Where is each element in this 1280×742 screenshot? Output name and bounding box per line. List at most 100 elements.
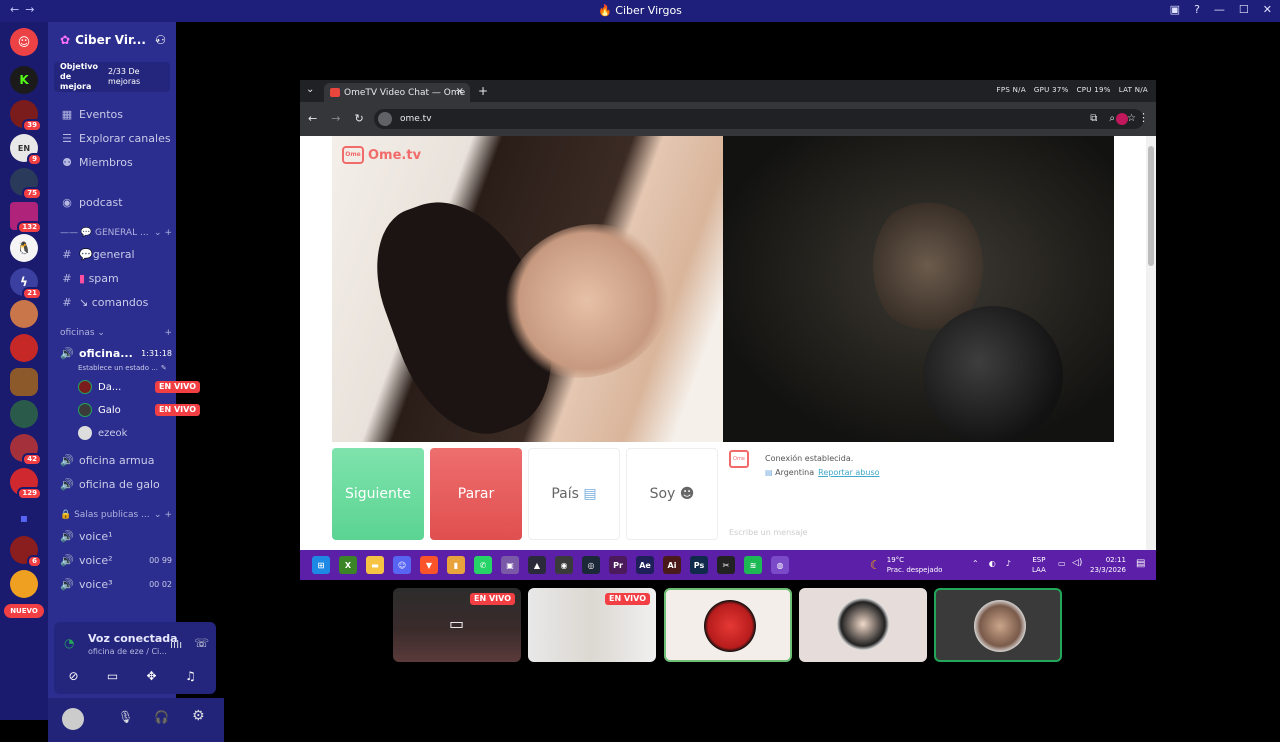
chat-message-input[interactable]: Escribe un mensaje [729,528,807,537]
category-oficinas[interactable]: oficinas ⌄ + [60,328,172,338]
channel-voice2[interactable]: 🔊 voice² 00 99 [60,550,172,570]
nav-members[interactable]: ⚉ Miembros [60,152,172,172]
participant-tile[interactable] [664,588,792,662]
volume-icon[interactable]: ◁) [1072,558,1082,568]
add-channel-icon[interactable]: ⌄ + [154,510,172,520]
category-general[interactable]: —— 💬 GENERAL ... ⌄ + [60,228,172,238]
server-kick-icon[interactable]: K [10,66,38,94]
server-icon-9[interactable]: 42 [10,434,42,466]
activities-icon[interactable]: ✥ [138,666,165,686]
notification-icon[interactable]: ▤ [1136,558,1145,569]
whatsapp-icon[interactable]: ✆ [474,556,492,574]
boost-goal[interactable]: Objetivo de mejora 2/33 De mejoras [54,62,170,92]
stop-button[interactable]: Parar [430,448,522,540]
app-icon[interactable]: ▲ [528,556,546,574]
menu-kebab-icon[interactable]: ⋮ [1138,111,1149,124]
new-tab-icon[interactable]: + [478,84,488,98]
file-explorer-icon[interactable]: ▬ [366,556,384,574]
weather-widget[interactable]: ☾ 19°C Prac. despejado [870,555,942,575]
bookmark-star-icon[interactable]: ☆ [1127,113,1136,124]
profile-icon[interactable] [1116,113,1128,125]
server-icon-7[interactable] [10,334,38,362]
scrollbar-thumb[interactable] [1148,146,1154,266]
voice-user[interactable]: Galo EN VIVO [78,400,212,420]
server-icon-4[interactable]: 132 [10,202,42,234]
chrome-icon[interactable]: ◍ [771,556,789,574]
voice-channel-name[interactable]: oficina de eze / Ci... [88,647,167,656]
site-info-icon[interactable] [378,112,392,126]
help-icon[interactable]: ? [1194,3,1200,16]
voice-user[interactable]: ezeok [78,423,212,443]
channel-oficina-galo[interactable]: 🔊 oficina de galo [60,474,172,494]
capcut-icon[interactable]: ✂ [717,556,735,574]
channel-status[interactable]: Establece un estado ... ✎ [78,358,168,378]
server-icon-1[interactable]: 39 [10,100,42,132]
illustrator-icon[interactable]: Ai [663,556,681,574]
obs-icon[interactable]: ◉ [555,556,573,574]
server-icon-6[interactable] [10,300,38,328]
nav-browse-channels[interactable]: ☰ Explorar canales [60,128,172,148]
gender-button[interactable]: Soy ☻ [626,448,718,540]
channel-comandos[interactable]: # ↘ comandos [60,292,172,312]
screen-share-icon[interactable]: ▭ [99,666,126,686]
install-app-icon[interactable]: ⧉ [1090,113,1097,124]
tab-search-icon[interactable]: ⌄ [306,84,314,95]
start-windows-icon[interactable]: ⊞ [312,556,330,574]
next-button[interactable]: Siguiente [332,448,424,540]
maximize-button[interactable]: ☐ [1239,3,1249,16]
spotify-icon[interactable]: ≋ [744,556,762,574]
after-effects-icon[interactable]: Ae [636,556,654,574]
discord-app-icon[interactable]: ☺ [393,556,411,574]
add-channel-icon[interactable]: + [164,328,172,338]
premiere-icon[interactable]: Pr [609,556,627,574]
server-icon-11[interactable]: 6 [10,536,42,568]
channel-podcast[interactable]: ◉ podcast [60,192,172,212]
add-user-icon[interactable]: ⚇ [155,33,166,47]
disconnect-icon[interactable]: ☏ [194,636,209,650]
server-icon-8[interactable] [10,400,38,428]
channel-general[interactable]: # 💬 general [60,244,172,264]
soundboard-icon[interactable]: ♫ [177,666,204,686]
server-icon-2[interactable]: EN 9 [10,134,42,166]
folder-icon[interactable]: ▪ [10,504,38,532]
nav-events[interactable]: ▦ Eventos [60,104,172,124]
channel-oficina-armua[interactable]: 🔊 oficina armua [60,450,172,470]
add-channel-icon[interactable]: ⌄ + [154,228,172,238]
server-ciber-virgos-icon[interactable] [10,368,38,396]
discord-home-icon[interactable]: ☺ [10,28,38,56]
mic-icon[interactable]: 🎙 [118,710,133,724]
tray-app-icon[interactable]: ◐ [989,559,996,568]
server-icon-10[interactable]: 129 [10,468,42,500]
voice-user[interactable]: Da... EN VIVO [78,377,212,397]
photoshop-icon[interactable]: Ps [690,556,708,574]
server-icon-5[interactable]: ϟ 21 [10,268,42,300]
settings-gear-icon[interactable]: ⚙ [192,708,205,724]
page-scrollbar[interactable] [1146,136,1156,550]
participant-tile[interactable] [799,588,927,662]
taskbar-clock[interactable]: 02:11 23/3/2026 [1090,555,1126,575]
tray-chevron-icon[interactable]: ⌃ [972,559,979,568]
channel-voice1[interactable]: 🔊 voice¹ [60,526,172,546]
server-header[interactable]: ✿ Ciber Vir... ⌄ ⚇ [48,22,176,58]
xbox-icon[interactable]: X [339,556,357,574]
noise-suppression-icon[interactable]: ıılı [170,638,182,651]
browser-tab-ometv[interactable]: OmeTV Video Chat — Ome × [324,83,470,102]
inbox-icon[interactable]: ▣ [1170,3,1180,16]
headphones-icon[interactable]: 🎧 [154,710,169,724]
close-button[interactable]: ✕ [1263,3,1272,16]
tray-mic-icon[interactable]: ♪ [1006,559,1011,568]
app-icon[interactable]: ▣ [501,556,519,574]
stream-tile[interactable]: EN VIVO ▭ [393,588,521,662]
app-icon[interactable]: ▮ [447,556,465,574]
participant-tile[interactable] [934,588,1062,662]
language-indicator[interactable]: ESP LAA [1032,555,1046,575]
minimize-button[interactable]: — [1214,3,1225,16]
avatar[interactable] [62,708,84,730]
forward-icon[interactable]: → [331,112,340,125]
steam-icon[interactable]: ◎ [582,556,600,574]
network-icon[interactable]: ▭ [1058,559,1066,568]
server-linux-icon[interactable]: 🐧 [10,234,38,262]
country-button[interactable]: País ▤ [528,448,620,540]
stream-tile[interactable]: EN VIVO [528,588,656,662]
signal-icon[interactable]: ◔ [64,636,74,650]
